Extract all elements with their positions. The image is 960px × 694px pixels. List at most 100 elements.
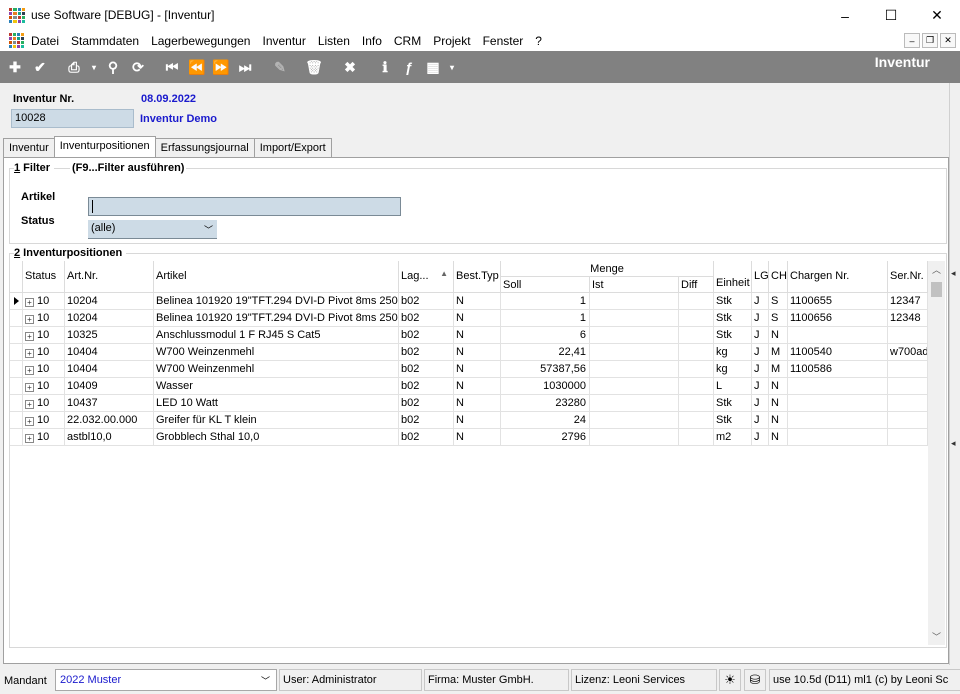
cell-lager[interactable]: b02 xyxy=(399,429,454,446)
cell-ist[interactable] xyxy=(590,310,679,327)
trash-icon[interactable]: 🗑 xyxy=(304,57,324,77)
expand-row-icon[interactable]: + xyxy=(25,332,34,341)
expand-row-icon[interactable]: + xyxy=(25,383,34,392)
cell-diff[interactable] xyxy=(679,327,714,344)
cell-besttyp[interactable]: N xyxy=(454,412,501,429)
cell-status[interactable]: +10 xyxy=(23,361,65,378)
menu-datei[interactable]: Datei xyxy=(31,34,59,48)
cell-artnr[interactable]: 10204 xyxy=(65,293,154,310)
cell-artnr[interactable]: 10404 xyxy=(65,344,154,361)
cell-ch[interactable]: N xyxy=(769,395,788,412)
menu-crm[interactable]: CRM xyxy=(394,34,421,48)
col-artnr[interactable]: Art.Nr. xyxy=(65,261,154,293)
row-indicator[interactable] xyxy=(10,344,23,361)
cell-einheit[interactable]: L xyxy=(714,378,752,395)
cell-artikel[interactable]: Anschlussmodul 1 F RJ45 S Cat5 xyxy=(154,327,399,344)
positions-grid[interactable]: Status Art.Nr. Artikel Lag... ▲ Best.Typ … xyxy=(10,261,945,645)
cell-artnr[interactable]: astbl10,0 xyxy=(65,429,154,446)
cell-soll[interactable]: 23280 xyxy=(501,395,590,412)
cell-charge[interactable] xyxy=(788,412,888,429)
cell-einheit[interactable]: kg xyxy=(714,361,752,378)
cell-sernr[interactable] xyxy=(888,327,928,344)
print-icon[interactable]: ⎙ xyxy=(64,57,84,77)
inventory-number-field[interactable]: 10028 xyxy=(11,109,134,128)
cancel-icon[interactable]: ✖ xyxy=(340,57,360,77)
cell-lager[interactable]: b02 xyxy=(399,293,454,310)
previous-record-icon[interactable]: ⏪ xyxy=(187,57,207,77)
cell-lg[interactable]: J xyxy=(752,378,769,395)
first-record-icon[interactable]: ⏮ xyxy=(162,57,182,77)
cell-lg[interactable]: J xyxy=(752,361,769,378)
cell-soll[interactable]: 1 xyxy=(501,293,590,310)
mdi-close-icon[interactable]: ✕ xyxy=(940,33,956,48)
cell-status[interactable]: +10 xyxy=(23,429,65,446)
cell-status[interactable]: +10 xyxy=(23,310,65,327)
cell-artikel[interactable]: Wasser xyxy=(154,378,399,395)
col-ser-nr[interactable]: Ser.Nr. xyxy=(888,261,928,293)
cell-soll[interactable]: 57387,56 xyxy=(501,361,590,378)
search-icon[interactable]: ⚲ xyxy=(103,57,123,77)
row-indicator[interactable] xyxy=(10,412,23,429)
cell-einheit[interactable]: m2 xyxy=(714,429,752,446)
cell-charge[interactable] xyxy=(788,378,888,395)
cell-soll[interactable]: 22,41 xyxy=(501,344,590,361)
cell-ch[interactable]: M xyxy=(769,344,788,361)
mdi-logo-icon[interactable] xyxy=(9,33,24,48)
cell-lager[interactable]: b02 xyxy=(399,344,454,361)
col-diff[interactable]: Diff xyxy=(679,277,714,293)
cell-besttyp[interactable]: N xyxy=(454,429,501,446)
col-chargen-nr[interactable]: Chargen Nr. xyxy=(788,261,888,293)
cell-ch[interactable]: S xyxy=(769,293,788,310)
scroll-down-icon[interactable]: ﹀ xyxy=(928,628,945,645)
cell-ch[interactable]: M xyxy=(769,361,788,378)
refresh-icon[interactable]: ⟳ xyxy=(128,57,148,77)
cell-artnr[interactable]: 22.032.00.000 xyxy=(65,412,154,429)
cell-lg[interactable]: J xyxy=(752,395,769,412)
cell-artikel[interactable]: LED 10 Watt xyxy=(154,395,399,412)
cell-diff[interactable] xyxy=(679,429,714,446)
row-indicator[interactable] xyxy=(10,361,23,378)
mdi-restore-icon[interactable]: ❐ xyxy=(922,33,938,48)
cell-diff[interactable] xyxy=(679,293,714,310)
cell-diff[interactable] xyxy=(679,310,714,327)
row-indicator[interactable] xyxy=(10,293,23,310)
col-lg[interactable]: LG xyxy=(752,261,769,293)
cell-einheit[interactable]: Stk xyxy=(714,412,752,429)
cell-lager[interactable]: b02 xyxy=(399,395,454,412)
cell-artnr[interactable]: 10204 xyxy=(65,310,154,327)
cell-einheit[interactable]: kg xyxy=(714,344,752,361)
grid-icon[interactable]: ▦ xyxy=(423,57,443,77)
edit-icon[interactable]: ✎ xyxy=(270,57,290,77)
sun-icon[interactable]: ☀ xyxy=(719,669,741,691)
scroll-thumb[interactable] xyxy=(931,282,942,297)
cell-ch[interactable]: N xyxy=(769,378,788,395)
row-indicator[interactable] xyxy=(10,310,23,327)
cell-ist[interactable] xyxy=(590,378,679,395)
menu-projekt[interactable]: Projekt xyxy=(433,34,470,48)
cell-charge[interactable] xyxy=(788,395,888,412)
row-indicator[interactable] xyxy=(10,378,23,395)
status-select[interactable]: (alle) ﹀ xyxy=(88,220,217,239)
menu-lagerbewegungen[interactable]: Lagerbewegungen xyxy=(151,34,250,48)
tab-import-export[interactable]: Import/Export xyxy=(253,138,332,157)
cell-ist[interactable] xyxy=(590,344,679,361)
print-dropdown-icon[interactable]: ▾ xyxy=(89,57,99,77)
expand-row-icon[interactable]: + xyxy=(25,434,34,443)
minimize-button[interactable]: – xyxy=(822,0,868,31)
cell-soll[interactable]: 1 xyxy=(501,310,590,327)
cell-lg[interactable]: J xyxy=(752,344,769,361)
col-lager[interactable]: Lag... ▲ xyxy=(399,261,454,293)
cell-einheit[interactable]: Stk xyxy=(714,327,752,344)
expand-row-icon[interactable]: + xyxy=(25,349,34,358)
cell-charge[interactable]: 1100586 xyxy=(788,361,888,378)
cell-sernr[interactable] xyxy=(888,378,928,395)
cell-besttyp[interactable]: N xyxy=(454,378,501,395)
expand-row-icon[interactable]: + xyxy=(25,400,34,409)
info-icon[interactable]: ℹ xyxy=(375,57,395,77)
cell-ist[interactable] xyxy=(590,361,679,378)
menu-fenster[interactable]: Fenster xyxy=(483,34,524,48)
collapse-arrow-icon-2[interactable]: ◂ xyxy=(951,438,956,449)
menu-info[interactable]: Info xyxy=(362,34,382,48)
col-soll[interactable]: Soll xyxy=(501,277,590,293)
menu-listen[interactable]: Listen xyxy=(318,34,350,48)
